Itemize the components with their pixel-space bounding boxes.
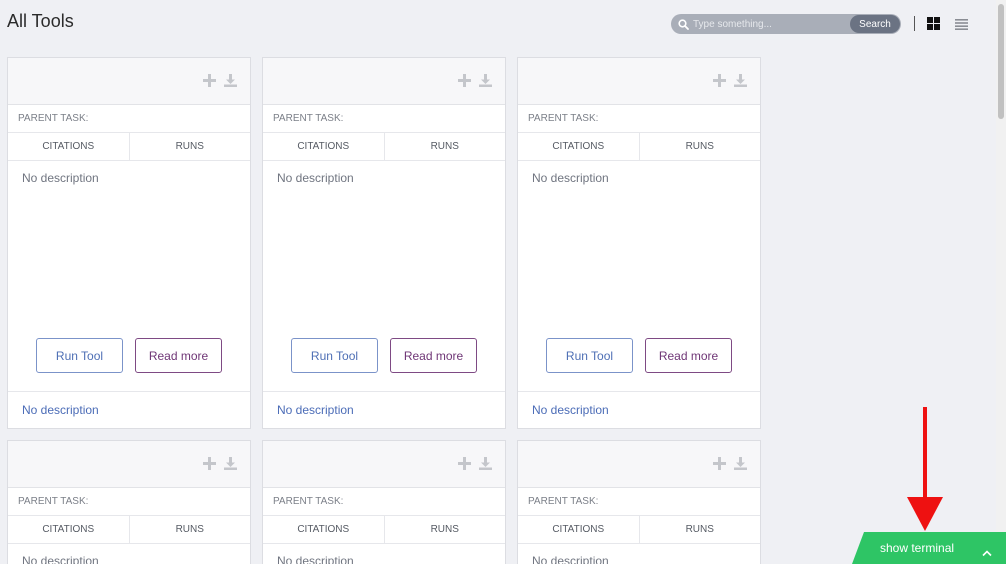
card-header xyxy=(263,441,505,488)
terminal-label: show terminal xyxy=(880,541,955,555)
card-header xyxy=(518,441,760,488)
plus-icon[interactable] xyxy=(713,457,726,470)
download-icon[interactable] xyxy=(479,74,492,87)
page-title: All Tools xyxy=(7,11,74,31)
download-icon[interactable] xyxy=(224,74,237,87)
stats-row: CITATIONS RUNS xyxy=(518,133,760,161)
card-footer-link[interactable]: No description xyxy=(518,392,760,428)
tool-card: PARENT TASK: CITATIONS RUNS No descripti… xyxy=(262,440,506,564)
run-tool-button[interactable]: Run Tool xyxy=(546,338,633,373)
parent-task-label: PARENT TASK: xyxy=(518,488,760,516)
search-button[interactable]: Search xyxy=(850,15,900,33)
download-icon[interactable] xyxy=(479,457,492,470)
parent-task-label: PARENT TASK: xyxy=(263,488,505,516)
card-header xyxy=(8,441,250,488)
runs-tab[interactable]: RUNS xyxy=(638,133,761,160)
plus-icon[interactable] xyxy=(458,74,471,87)
card-header xyxy=(518,58,760,105)
runs-tab[interactable]: RUNS xyxy=(128,516,251,543)
card-header xyxy=(263,58,505,105)
card-body: No description Run Tool Read more xyxy=(8,161,250,392)
plus-icon[interactable] xyxy=(713,74,726,87)
tool-card: PARENT TASK: CITATIONS RUNS No descripti… xyxy=(517,440,761,564)
tool-card: PARENT TASK: CITATIONS RUNS No descripti… xyxy=(262,57,506,429)
citations-tab[interactable]: CITATIONS xyxy=(263,133,384,160)
parent-task-label: PARENT TASK: xyxy=(8,105,250,133)
download-icon[interactable] xyxy=(734,74,747,87)
tool-card: PARENT TASK: CITATIONS RUNS No descripti… xyxy=(7,57,251,429)
tool-description: No description xyxy=(22,554,99,564)
card-footer-link[interactable]: No description xyxy=(8,392,250,428)
plus-icon[interactable] xyxy=(203,74,216,87)
read-more-button[interactable]: Read more xyxy=(135,338,222,373)
card-body: No description xyxy=(518,544,760,564)
plus-icon[interactable] xyxy=(458,457,471,470)
stats-row: CITATIONS RUNS xyxy=(518,516,760,544)
runs-tab[interactable]: RUNS xyxy=(638,516,761,543)
chevron-up-icon xyxy=(982,544,992,557)
tool-description: No description xyxy=(22,171,99,185)
card-body: No description Run Tool Read more xyxy=(263,161,505,392)
tool-card: PARENT TASK: CITATIONS RUNS No descripti… xyxy=(7,440,251,564)
search-icon xyxy=(675,14,691,34)
citations-tab[interactable]: CITATIONS xyxy=(8,516,129,543)
plus-icon[interactable] xyxy=(203,457,216,470)
read-more-button[interactable]: Read more xyxy=(390,338,477,373)
card-footer-link[interactable]: No description xyxy=(263,392,505,428)
tool-description: No description xyxy=(532,554,609,564)
card-body: No description Run Tool Read more xyxy=(518,161,760,392)
run-tool-button[interactable]: Run Tool xyxy=(36,338,123,373)
citations-tab[interactable]: CITATIONS xyxy=(518,516,639,543)
download-icon[interactable] xyxy=(734,457,747,470)
grid-view-icon[interactable] xyxy=(927,17,940,30)
read-more-button[interactable]: Read more xyxy=(645,338,732,373)
scrollbar-thumb[interactable] xyxy=(998,4,1004,119)
tool-card: PARENT TASK: CITATIONS RUNS No descripti… xyxy=(517,57,761,429)
stats-row: CITATIONS RUNS xyxy=(8,516,250,544)
runs-tab[interactable]: RUNS xyxy=(128,133,251,160)
view-divider xyxy=(914,16,915,31)
list-view-icon[interactable] xyxy=(955,17,968,30)
card-body: No description xyxy=(263,544,505,564)
run-tool-button[interactable]: Run Tool xyxy=(291,338,378,373)
card-body: No description xyxy=(8,544,250,564)
citations-tab[interactable]: CITATIONS xyxy=(263,516,384,543)
stats-row: CITATIONS RUNS xyxy=(263,516,505,544)
search-input[interactable] xyxy=(691,14,850,34)
parent-task-label: PARENT TASK: xyxy=(518,105,760,133)
search-box: Search xyxy=(671,14,901,34)
parent-task-label: PARENT TASK: xyxy=(263,105,505,133)
tool-description: No description xyxy=(277,171,354,185)
tool-description: No description xyxy=(532,171,609,185)
runs-tab[interactable]: RUNS xyxy=(383,133,506,160)
runs-tab[interactable]: RUNS xyxy=(383,516,506,543)
red-arrow-annotation xyxy=(907,407,943,531)
show-terminal-button[interactable]: show terminal xyxy=(852,532,1006,564)
citations-tab[interactable]: CITATIONS xyxy=(8,133,129,160)
stats-row: CITATIONS RUNS xyxy=(8,133,250,161)
download-icon[interactable] xyxy=(224,457,237,470)
citations-tab[interactable]: CITATIONS xyxy=(518,133,639,160)
stats-row: CITATIONS RUNS xyxy=(263,133,505,161)
parent-task-label: PARENT TASK: xyxy=(8,488,250,516)
tool-description: No description xyxy=(277,554,354,564)
card-header xyxy=(8,58,250,105)
